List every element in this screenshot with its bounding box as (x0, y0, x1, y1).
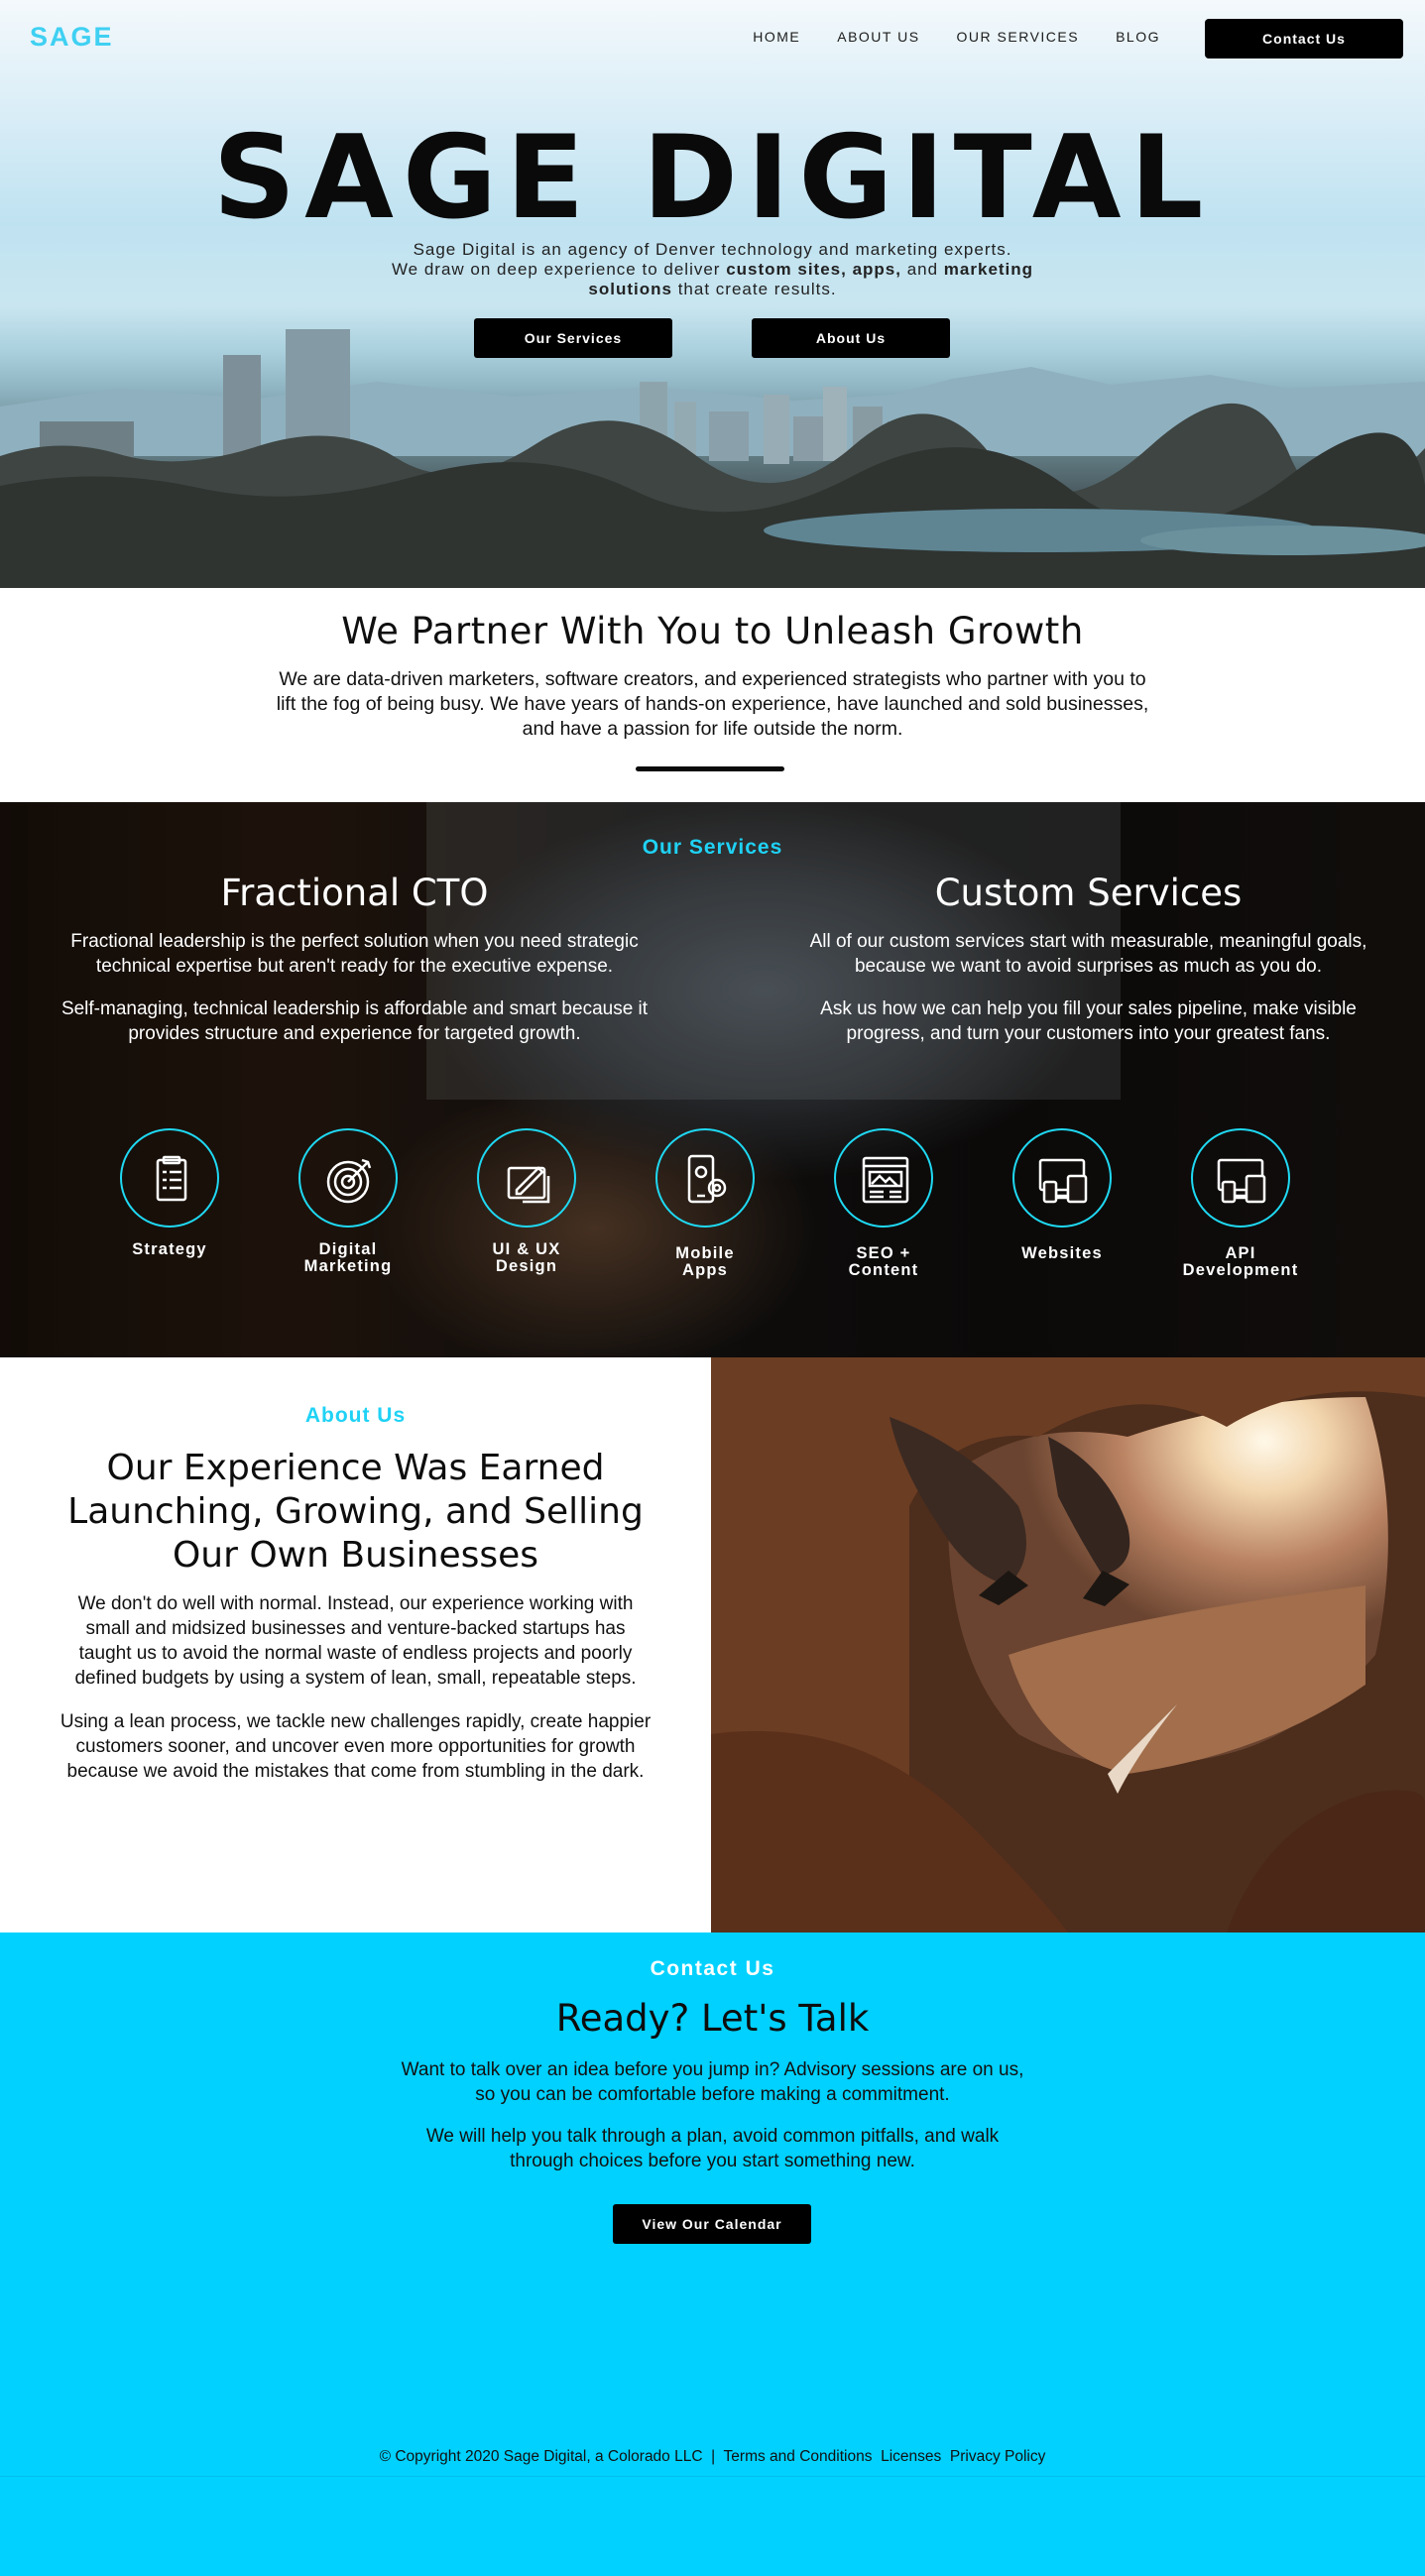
copyright-text: © Copyright 2020 Sage Digital, a Colorad… (379, 2448, 703, 2465)
nav-blog[interactable]: BLOG (1116, 29, 1160, 45)
fractional-cto-text-1: Fractional leadership is the perfect sol… (70, 931, 639, 977)
contact-label: Contact Us (650, 1957, 775, 1980)
design-tools-icon (477, 1128, 576, 1228)
nav-home[interactable]: HOME (753, 29, 800, 45)
about-title: Our Experience Was Earned Launching, Gro… (67, 1448, 644, 1576)
contact-title: Ready? Let's Talk (555, 1997, 870, 2040)
service-ui-ux-design[interactable]: UI & UX Design (442, 1128, 611, 1275)
service-seo-content[interactable]: SEO + Content (799, 1128, 968, 1279)
nav-links: HOME ABOUT US OUR SERVICES BLOG (753, 29, 1160, 45)
privacy-policy-link[interactable]: Privacy Policy (950, 2448, 1045, 2465)
about-text-2: Using a lean process, we tackle new chal… (59, 1711, 652, 1782)
target-icon (298, 1128, 398, 1228)
service-strategy[interactable]: Strategy (85, 1128, 254, 1258)
our-services-button[interactable]: Our Services (474, 318, 672, 358)
nav-about-us[interactable]: ABOUT US (837, 29, 919, 45)
webpage-icon (834, 1128, 933, 1228)
view-calendar-button[interactable]: View Our Calendar (613, 2204, 811, 2244)
top-nav: SAGE HOME ABOUT US OUR SERVICES BLOG Con… (0, 0, 1425, 77)
contact-us-button[interactable]: Contact Us (1205, 19, 1403, 59)
nav-our-services[interactable]: OUR SERVICES (957, 29, 1080, 45)
fractional-cto-text-2: Self-managing, technical leadership is a… (60, 998, 649, 1044)
custom-services-text-2: Ask us how we can help you fill your sal… (820, 998, 1357, 1044)
contact-section: Contact Us Ready? Let's Talk Want to tal… (0, 1932, 1425, 2576)
about-label: About Us (304, 1404, 407, 1427)
terms-link[interactable]: Terms and Conditions (724, 2448, 873, 2465)
divider (636, 766, 784, 771)
services-section: Our Services Fractional CTO Fractional l… (0, 802, 1425, 1357)
service-websites[interactable]: Websites (978, 1128, 1146, 1262)
about-text-1: We don't do well with normal. Instead, o… (74, 1593, 637, 1689)
denver-skyline-image (0, 329, 1425, 588)
custom-services-title: Custom Services (934, 872, 1243, 914)
licenses-link[interactable]: Licenses (881, 2448, 941, 2465)
clipboard-icon (120, 1128, 219, 1228)
about-text-panel: About Us Our Experience Was Earned Launc… (0, 1357, 711, 1932)
custom-services-text-1: All of our custom services start with me… (809, 931, 1367, 977)
cave-hiker-image (711, 1357, 1425, 1932)
hero-subtitle: Sage Digital is an agency of Denver tech… (391, 240, 1034, 298)
about-us-button[interactable]: About Us (752, 318, 950, 358)
hero-section: SAGE HOME ABOUT US OUR SERVICES BLOG Con… (0, 0, 1425, 588)
contact-text-2: We will help you talk through a plan, av… (425, 2126, 1000, 2171)
fractional-cto-title: Fractional CTO (220, 872, 489, 914)
footer-separator: | (711, 2448, 716, 2465)
service-api-development[interactable]: API Development (1156, 1128, 1325, 1279)
mobile-gear-icon (655, 1128, 755, 1228)
services-label: Our Services (642, 836, 783, 859)
partner-section: We Partner With You to Unleash Growth We… (0, 588, 1425, 802)
cave-photo (711, 1357, 1425, 1932)
service-mobile-apps[interactable]: Mobile Apps (621, 1128, 789, 1279)
site-logo[interactable]: SAGE (30, 22, 114, 53)
devices-icon (1191, 1128, 1290, 1228)
hero-subtitle-line1: Sage Digital is an agency of Denver tech… (413, 240, 1012, 259)
devices-icon (1012, 1128, 1112, 1228)
partner-title: We Partner With You to Unleash Growth (341, 610, 1084, 652)
hero-title: SAGE DIGITAL (212, 111, 1213, 245)
partner-text: We are data-driven marketers, software c… (276, 668, 1149, 740)
footer-divider (0, 2476, 1425, 2477)
contact-text-1: Want to talk over an idea before you jum… (401, 2059, 1024, 2105)
service-digital-marketing[interactable]: Digital Marketing (264, 1128, 432, 1275)
about-section: About Us Our Experience Was Earned Launc… (0, 1357, 1425, 1932)
footer: © Copyright 2020 Sage Digital, a Colorad… (0, 2448, 1425, 2466)
